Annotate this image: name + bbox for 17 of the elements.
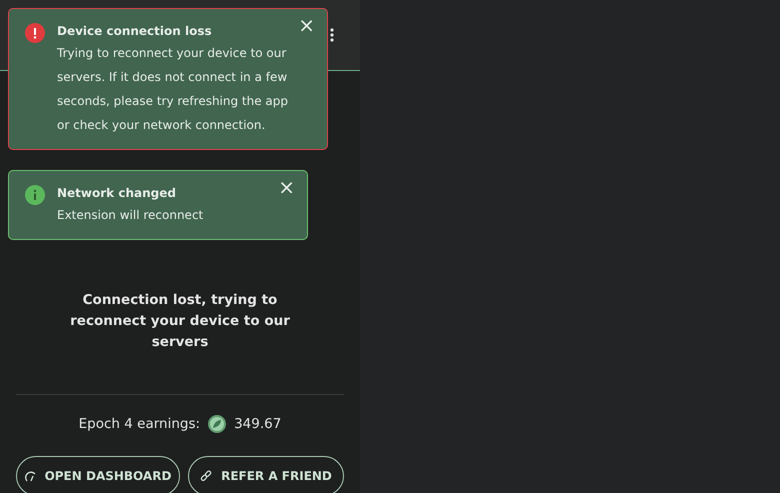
status-message: Connection lost, trying to reconnect your device to our servers: [69, 291, 291, 352]
more-options-icon[interactable]: [330, 28, 334, 42]
earnings-value: 349.67: [234, 415, 282, 434]
toast-message: Extension will reconnect: [57, 207, 204, 224]
gauge-icon: [24, 470, 37, 482]
earnings-label: Epoch 4 earnings:: [78, 415, 200, 434]
error-icon: [25, 23, 45, 43]
pill-button[interactable]: OPEN DASHBOARD: [16, 456, 180, 493]
toast-title: Device connection loss: [57, 23, 213, 40]
info-icon: [25, 185, 45, 205]
toast-message: Trying to reconnect your device to our servers. If it does not connect in a few seconds, please try refreshing the app or check your network connection.: [57, 45, 290, 134]
toast-title: Network changed: [57, 185, 177, 202]
coin-icon: [208, 415, 226, 434]
pill-button[interactable]: REFER A FRIEND: [188, 456, 344, 493]
close-button[interactable]: ×: [294, 13, 319, 37]
link-icon: [200, 470, 214, 482]
close-button[interactable]: ×: [274, 175, 299, 199]
